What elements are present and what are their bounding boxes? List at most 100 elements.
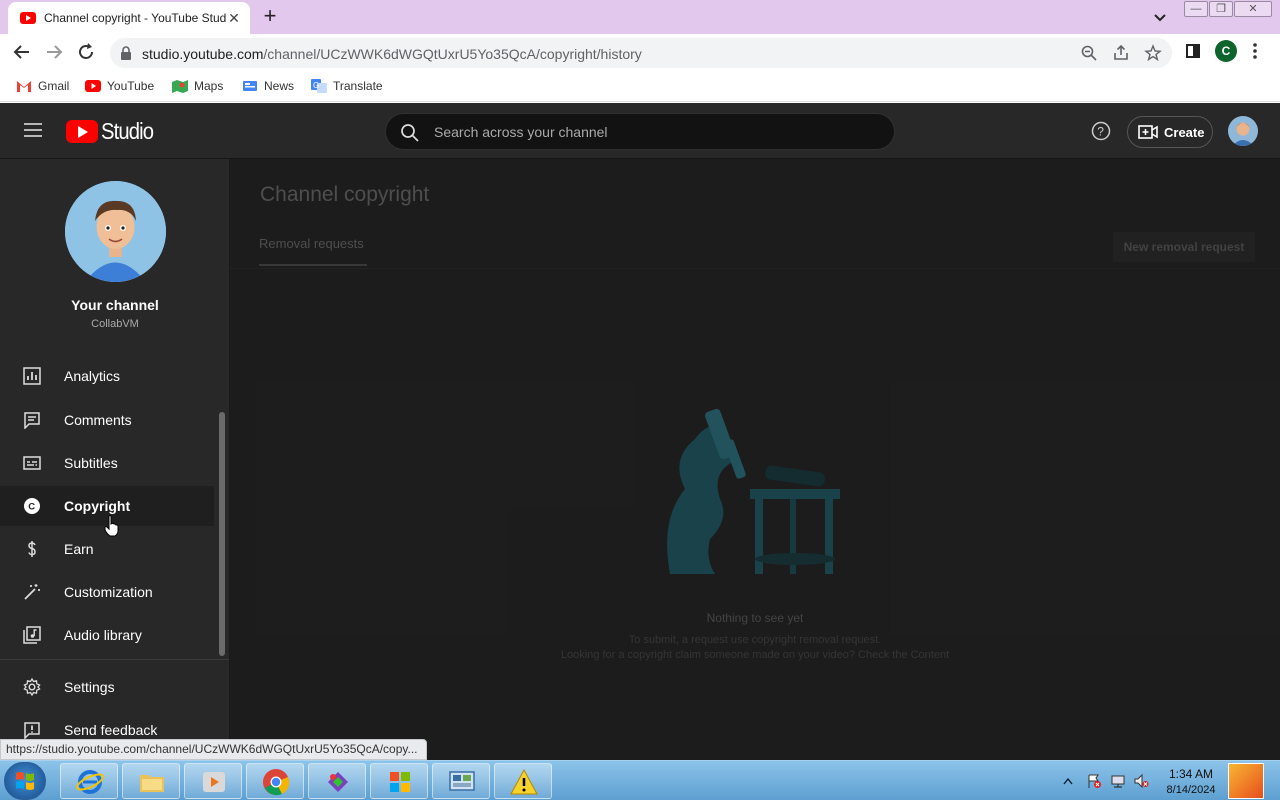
- bookmark-star-icon[interactable]: [1144, 44, 1162, 62]
- new-tab-button[interactable]: +: [258, 5, 282, 29]
- profile-avatar-chip[interactable]: C: [1215, 40, 1237, 62]
- browser-toolbar: studio.youtube.com/channel/UCzWWK6dWGQtU…: [0, 34, 1280, 70]
- sidebar-item-label: Customization: [64, 584, 153, 600]
- studio-header: Studio ? Create: [0, 103, 1280, 159]
- warning-icon: [510, 768, 538, 795]
- main-content: Channel copyright Removal requests New r…: [230, 159, 1280, 760]
- taskbar-chrome[interactable]: [246, 763, 304, 799]
- search-icon[interactable]: [400, 123, 419, 142]
- new-removal-request-button[interactable]: New removal request: [1113, 232, 1255, 262]
- sidebar-item-comments[interactable]: Comments: [0, 400, 214, 440]
- translate-icon: G: [311, 79, 327, 93]
- file-explorer-icon: [140, 775, 164, 792]
- sidebar-item-analytics[interactable]: Analytics: [0, 356, 214, 396]
- taskbar-control-panel[interactable]: [432, 763, 490, 799]
- tab-search-icon[interactable]: [1150, 7, 1170, 27]
- analytics-icon: [23, 367, 41, 385]
- sidebar-item-subtitles[interactable]: Subtitles: [0, 443, 214, 483]
- svg-text:G: G: [313, 81, 319, 90]
- browser-titlebar: Channel copyright - YouTube Studio ✕ + —…: [0, 0, 1280, 34]
- start-button[interactable]: [4, 762, 46, 800]
- empty-state-line-2: Looking for a copyright claim someone ma…: [560, 649, 950, 661]
- paint-icon: [328, 772, 348, 792]
- taskbar-warning[interactable]: [494, 763, 552, 799]
- tab-removal-requests[interactable]: Removal requests: [259, 236, 367, 266]
- microscope-illustration-icon: [667, 408, 840, 574]
- close-window-button[interactable]: ✕: [1234, 1, 1272, 17]
- magic-wand-icon: [24, 584, 40, 600]
- sidebar-scrollbar[interactable]: [219, 412, 225, 656]
- maps-icon: [172, 80, 188, 93]
- minimize-window-button[interactable]: —: [1184, 1, 1208, 17]
- sidebar-item-label: Send feedback: [64, 722, 158, 738]
- empty-state-title: Nothing to see yet: [706, 611, 804, 625]
- sidebar-divider: [0, 659, 229, 660]
- forward-arrow-icon[interactable]: [43, 41, 65, 63]
- taskbar-internet-explorer[interactable]: [60, 763, 118, 799]
- bookmark-news[interactable]: News: [242, 78, 294, 94]
- lock-icon[interactable]: [120, 46, 132, 60]
- sidebar-item-audio-library[interactable]: Audio library: [0, 615, 214, 655]
- gmail-icon: [17, 81, 31, 92]
- hamburger-menu-icon[interactable]: [24, 123, 42, 137]
- side-panel-icon[interactable]: [1186, 44, 1200, 58]
- address-bar[interactable]: studio.youtube.com/channel/UCzWWK6dWGQtU…: [110, 38, 1172, 68]
- link-status-bar: https://studio.youtube.com/channel/UCzWW…: [0, 739, 427, 760]
- chrome-icon: [263, 769, 290, 796]
- help-icon[interactable]: ?: [1091, 121, 1111, 141]
- sidebar-item-label: Audio library: [64, 627, 142, 643]
- close-tab-icon[interactable]: ✕: [226, 10, 242, 27]
- search-input[interactable]: [434, 122, 874, 142]
- taskbar-paint[interactable]: [308, 763, 366, 799]
- sidebar-item-customization[interactable]: Customization: [0, 572, 214, 612]
- gear-icon: [23, 678, 41, 696]
- zoom-icon[interactable]: [1080, 44, 1098, 62]
- clock-time[interactable]: 1:34 AM: [1160, 767, 1222, 781]
- share-icon[interactable]: [1112, 44, 1130, 62]
- bookmarks-bar: Gmail YouTube Maps News G Translate: [0, 70, 1280, 102]
- tabs-divider: [230, 268, 1280, 269]
- youtube-icon: [85, 80, 101, 92]
- bookmark-youtube[interactable]: YouTube: [85, 78, 154, 94]
- more-menu-icon[interactable]: [1252, 42, 1258, 60]
- bookmark-maps[interactable]: Maps: [172, 78, 223, 94]
- bookmark-gmail[interactable]: Gmail: [16, 78, 69, 94]
- bookmark-label: Translate: [333, 79, 383, 93]
- tab-title: Channel copyright - YouTube Studio: [44, 11, 226, 25]
- url-host: studio.youtube.com: [142, 46, 264, 62]
- clock-date[interactable]: 8/14/2024: [1160, 784, 1222, 796]
- back-arrow-icon[interactable]: [11, 41, 33, 63]
- studio-logo[interactable]: Studio: [66, 118, 160, 145]
- media-player-icon: [203, 772, 225, 792]
- action-center-flag-icon[interactable]: [1086, 773, 1102, 789]
- windows-icon: [390, 772, 410, 792]
- url-text[interactable]: studio.youtube.com/channel/UCzWWK6dWGQtU…: [142, 46, 642, 62]
- channel-avatar[interactable]: [65, 181, 166, 282]
- channel-search-box[interactable]: [385, 113, 895, 150]
- bookmark-label: Gmail: [38, 79, 70, 93]
- sidebar-item-label: Analytics: [64, 368, 121, 384]
- taskbar-media-player[interactable]: [184, 763, 242, 799]
- taskbar-file-explorer[interactable]: [122, 763, 180, 799]
- bookmark-translate[interactable]: G Translate: [311, 78, 383, 94]
- audio-library-icon: [23, 626, 41, 644]
- taskbar-windows[interactable]: [370, 763, 428, 799]
- network-icon[interactable]: [1110, 773, 1126, 789]
- reload-icon[interactable]: [75, 41, 97, 63]
- windows-taskbar: 1:34 AM 8/14/2024: [0, 760, 1280, 800]
- sidebar-item-settings[interactable]: Settings: [0, 667, 214, 707]
- tray-expand-icon[interactable]: [1063, 777, 1073, 785]
- browser-tab[interactable]: Channel copyright - YouTube Studio ✕: [8, 2, 250, 34]
- account-avatar[interactable]: [1228, 116, 1258, 146]
- show-desktop-button[interactable]: [1228, 763, 1264, 799]
- hand-cursor-icon: [104, 515, 119, 537]
- channel-name[interactable]: Your channel: [0, 297, 230, 313]
- volume-muted-icon[interactable]: [1133, 773, 1149, 789]
- create-button[interactable]: Create: [1127, 116, 1213, 148]
- feedback-icon: [24, 722, 40, 739]
- restore-window-button[interactable]: ❐: [1209, 1, 1233, 17]
- create-video-icon: [1138, 125, 1158, 139]
- sidebar-item-label: Copyright: [64, 498, 131, 514]
- bookmark-label: YouTube: [107, 79, 155, 93]
- svg-text:C: C: [28, 502, 35, 513]
